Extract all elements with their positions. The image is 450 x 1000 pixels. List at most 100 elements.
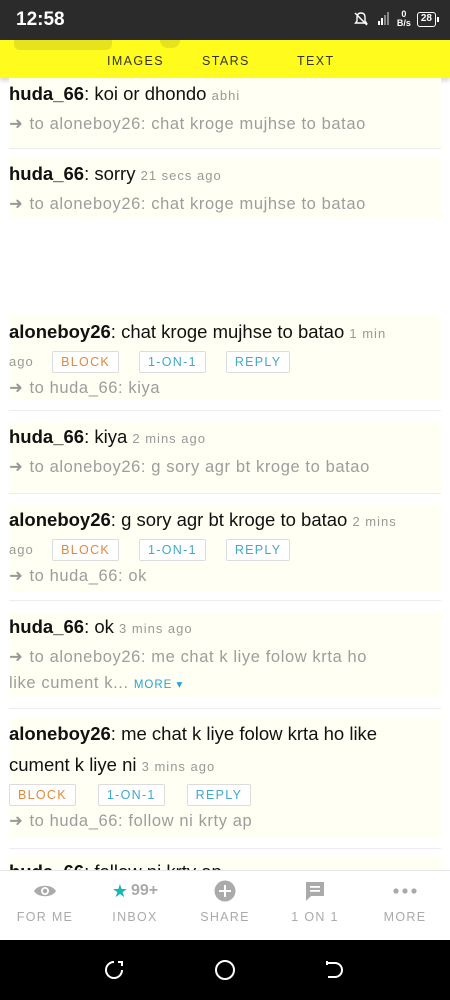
message-line: huda_66: kiya 2 mins ago (9, 426, 206, 447)
feed-item: huda_66: sorry 21 secs ago ➜ to aloneboy2… (9, 158, 441, 220)
nav-inbox[interactable]: ★ 99+ INBOX (90, 879, 180, 925)
tab-indicator (14, 40, 112, 50)
more-dots-icon (360, 879, 450, 903)
username[interactable]: huda_66 (9, 616, 84, 637)
plus-circle-icon (180, 879, 270, 903)
action-buttons: BLOCK 1-ON-1 REPLY (38, 350, 291, 373)
username[interactable]: huda_66 (9, 861, 84, 870)
arrow-right-icon: ➜ (9, 648, 24, 666)
nav-more[interactable]: MORE (360, 879, 450, 924)
divider (9, 493, 441, 494)
one-on-one-button[interactable]: 1-ON-1 (139, 350, 206, 373)
reply-context[interactable]: ➜ to huda_66: follow ni krty ap (9, 808, 441, 834)
username[interactable]: huda_66 (9, 163, 84, 184)
reply-context[interactable]: ➜ to aloneboy26: g sory agr bt kroge to b… (9, 454, 441, 480)
reply-context[interactable]: ➜ to huda_66: kiya (9, 375, 441, 401)
message-line: aloneboy26: me chat k liye folow krta ho… (9, 723, 378, 775)
arrow-right-icon: ➜ (9, 567, 24, 585)
reply-context[interactable]: ➜ to huda_66: ok (9, 563, 441, 589)
message-text: ok (94, 616, 114, 637)
divider (9, 410, 441, 411)
signal-icon (377, 12, 389, 25)
username[interactable]: aloneboy26 (9, 509, 111, 530)
message-text: g sory agr bt kroge to batao (121, 509, 348, 530)
status-icons: 0 B/s 28 (353, 10, 440, 28)
divider (9, 600, 441, 601)
one-on-one-button[interactable]: 1-ON-1 (139, 538, 206, 561)
more-link[interactable]: MORE ▾ (134, 679, 183, 691)
reply-context[interactable]: ➜ to aloneboy26: chat kroge mujhse to bat… (9, 191, 441, 217)
message-line: aloneboy26: g sory agr bt kroge to batao… (9, 509, 397, 530)
nav-label: MORE (383, 910, 427, 924)
message-text: kiya (94, 426, 128, 447)
tab-stars[interactable]: STARS (202, 54, 250, 68)
inbox-indicator: ★ 99+ (90, 879, 180, 903)
divider (9, 708, 441, 709)
nav-one-on-one[interactable]: 1 ON 1 (270, 879, 360, 924)
feed-item: huda_66: follow ni krty ap (9, 856, 441, 870)
action-buttons: BLOCK 1-ON-1 REPLY (38, 538, 291, 561)
chat-bubble-icon (270, 879, 360, 903)
message-text: sorry (94, 163, 136, 184)
recent-apps-icon[interactable] (103, 959, 125, 981)
reply-context[interactable]: ➜ to aloneboy26: me chat k liye folow krt… (9, 644, 441, 698)
reply-context[interactable]: ➜ to aloneboy26: chat kroge mujhse to bat… (9, 111, 441, 137)
nav-share[interactable]: SHARE (180, 879, 270, 924)
system-nav-bar (0, 940, 450, 1000)
divider (9, 148, 441, 149)
net-speed-unit: B/s (396, 18, 411, 28)
reply-text: to huda_66: ok (29, 567, 148, 585)
inbox-count: 99+ (131, 882, 159, 899)
username[interactable]: aloneboy26 (9, 723, 111, 744)
timestamp: 2 mins (352, 514, 397, 529)
block-button[interactable]: BLOCK (52, 538, 120, 561)
eye-icon (0, 879, 90, 903)
top-tabs-bar: IMAGES STARS TEXT (0, 40, 450, 78)
nav-label: SHARE (200, 910, 250, 924)
arrow-right-icon: ➜ (9, 195, 24, 213)
message-line: huda_66: follow ni krty ap (9, 856, 441, 870)
net-speed: 0 B/s (397, 10, 411, 28)
timestamp: ago (9, 542, 34, 557)
nav-for-me[interactable]: FOR ME (0, 879, 90, 924)
username[interactable]: huda_66 (9, 83, 84, 104)
one-on-one-button[interactable]: 1-ON-1 (97, 783, 165, 806)
reply-text: to aloneboy26: chat kroge mujhse to bata… (29, 195, 366, 213)
reply-button[interactable]: REPLY (225, 350, 291, 373)
message-text: koi or dhondo (94, 83, 207, 104)
back-icon[interactable] (323, 959, 345, 981)
message-line: huda_66: koi or dhondo abhi (9, 83, 241, 104)
tab-images[interactable]: IMAGES (107, 54, 164, 68)
block-button[interactable]: BLOCK (52, 350, 120, 373)
arrow-right-icon: ➜ (9, 379, 24, 397)
reply-text: to huda_66: kiya (29, 379, 161, 397)
divider (9, 848, 441, 849)
reply-button[interactable]: REPLY (186, 783, 252, 806)
home-icon[interactable] (214, 959, 236, 981)
timestamp: 3 mins ago (141, 759, 216, 774)
reply-button[interactable]: REPLY (225, 538, 291, 561)
arrow-right-icon: ➜ (9, 812, 24, 830)
status-time: 12:58 (16, 9, 65, 30)
message-text: me chat k liye folow krta ho like (121, 723, 378, 744)
username[interactable]: huda_66 (9, 426, 84, 447)
arrow-right-icon: ➜ (9, 458, 24, 476)
nav-label: INBOX (112, 910, 158, 924)
chat-feed[interactable]: huda_66: koi or dhondo abhi ➜ to aloneboy… (0, 78, 450, 870)
timestamp: abhi (211, 88, 241, 103)
feed-item: huda_66: koi or dhondo abhi ➜ to aloneboy… (9, 78, 441, 148)
feed-item: aloneboy26: g sory agr bt kroge to batao… (9, 504, 441, 592)
block-button[interactable]: BLOCK (9, 783, 76, 806)
action-row: ago BLOCK 1-ON-1 REPLY (9, 537, 441, 563)
reply-text: to aloneboy26: chat kroge mujhse to bata… (29, 115, 366, 133)
arrow-right-icon: ➜ (9, 115, 24, 133)
mute-notification-icon (353, 12, 368, 26)
message-text: chat kroge mujhse to batao (121, 321, 345, 342)
reply-text: to aloneboy26: me chat k liye folow krta… (29, 648, 368, 666)
feed-item: aloneboy26: me chat k liye folow krta ho… (9, 718, 441, 838)
battery-icon: 28 (416, 11, 440, 27)
tab-text[interactable]: TEXT (297, 54, 335, 68)
message-text-continued: cument k liye ni (9, 754, 137, 775)
action-row: ago BLOCK 1-ON-1 REPLY (9, 349, 441, 375)
username[interactable]: aloneboy26 (9, 321, 111, 342)
